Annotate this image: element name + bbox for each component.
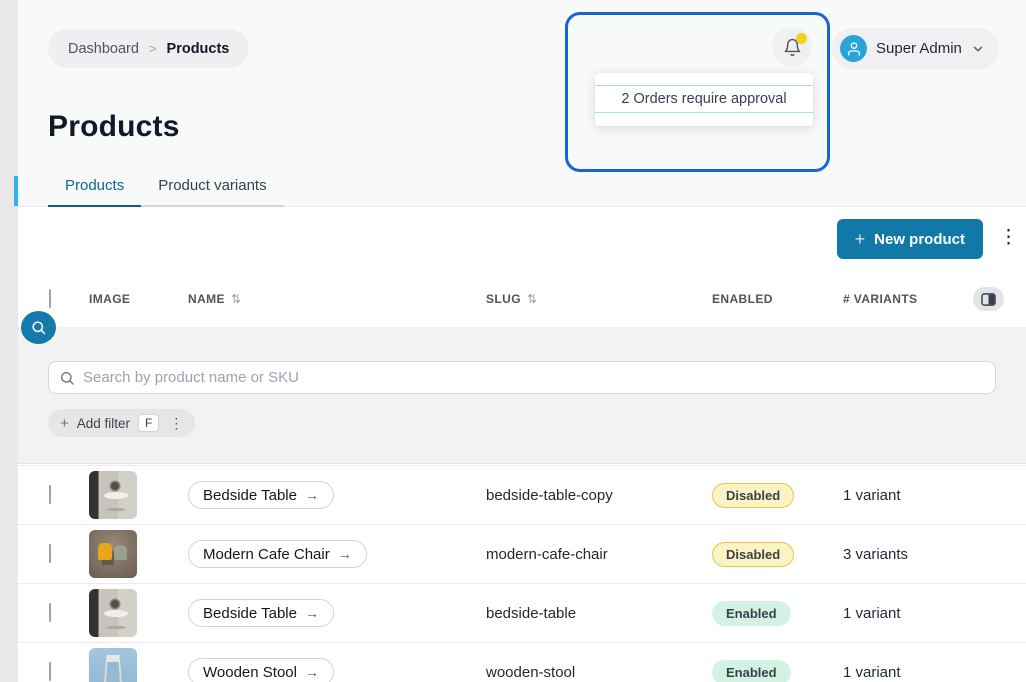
- product-image: [89, 648, 137, 682]
- chevron-down-icon: [971, 42, 985, 56]
- tab-accent-bar: [14, 176, 18, 206]
- avatar: [840, 35, 867, 62]
- column-settings-button[interactable]: [973, 287, 1004, 311]
- product-slug: wooden-stool: [486, 664, 712, 681]
- search-box: [48, 361, 996, 394]
- tab-product-variants[interactable]: Product variants: [141, 177, 283, 205]
- arrow-right-icon: →: [305, 487, 319, 503]
- row-checkbox[interactable]: [49, 544, 51, 563]
- column-header-name[interactable]: NAME⇅: [188, 292, 486, 306]
- columns-icon: [981, 293, 996, 306]
- breadcrumb-separator: >: [149, 41, 157, 56]
- variant-count: 1 variant: [843, 664, 1026, 681]
- status-badge: Enabled: [712, 601, 791, 626]
- new-product-button[interactable]: + New product: [837, 219, 983, 259]
- variant-count: 1 variant: [843, 605, 1026, 622]
- table-row[interactable]: Wooden Stool→ wooden-stool Enabled 1 var…: [18, 643, 1026, 682]
- notification-popup: 2 Orders require approval: [595, 73, 813, 126]
- filter-panel: + Add filter F ⋮: [18, 327, 1026, 464]
- floating-search-button[interactable]: [21, 311, 56, 344]
- table-toolbar: + New product ⋮: [18, 207, 1026, 270]
- table-header-row: IMAGE NAME⇅ SLUG⇅ ENABLED # VARIANTS: [18, 270, 1026, 327]
- notification-dot: [796, 33, 807, 44]
- table-row[interactable]: Modern Cafe Chair→ modern-cafe-chair Dis…: [18, 525, 1026, 584]
- arrow-right-icon: →: [338, 546, 352, 562]
- product-name-link[interactable]: Bedside Table→: [188, 599, 334, 627]
- table-row[interactable]: Bedside Table→ bedside-table-copy Disabl…: [18, 466, 1026, 525]
- search-icon: [30, 319, 47, 336]
- filter-kebab-menu[interactable]: ⋮: [169, 415, 183, 432]
- status-badge: Disabled: [712, 542, 794, 567]
- product-image: [89, 530, 137, 578]
- row-checkbox[interactable]: [49, 485, 51, 504]
- arrow-right-icon: →: [305, 605, 319, 621]
- shortcut-key-badge: F: [138, 414, 159, 432]
- product-slug: bedside-table: [486, 605, 712, 622]
- status-badge: Enabled: [712, 660, 791, 682]
- tab-products[interactable]: Products: [48, 177, 141, 205]
- column-header-enabled: ENABLED: [712, 292, 843, 306]
- sort-icon[interactable]: ⇅: [527, 292, 537, 306]
- row-checkbox[interactable]: [49, 603, 51, 622]
- page-title: Products: [48, 110, 180, 144]
- product-image: [89, 589, 137, 637]
- breadcrumb-dashboard[interactable]: Dashboard: [68, 41, 139, 57]
- product-image: [89, 471, 137, 519]
- arrow-right-icon: →: [305, 664, 319, 680]
- sort-icon[interactable]: ⇅: [231, 292, 241, 306]
- status-badge: Disabled: [712, 483, 794, 508]
- product-name-link[interactable]: Modern Cafe Chair→: [188, 540, 367, 568]
- breadcrumb-current: Products: [167, 41, 230, 57]
- column-header-slug[interactable]: SLUG⇅: [486, 292, 712, 306]
- row-checkbox[interactable]: [49, 662, 51, 681]
- variant-count: 3 variants: [843, 546, 1026, 563]
- column-header-image: IMAGE: [89, 292, 188, 306]
- breadcrumb: Dashboard > Products: [48, 29, 249, 68]
- product-slug: modern-cafe-chair: [486, 546, 712, 563]
- user-menu[interactable]: Super Admin: [832, 28, 999, 69]
- table-row[interactable]: Bedside Table→ bedside-table Enabled 1 v…: [18, 584, 1026, 643]
- select-all-checkbox[interactable]: [49, 289, 51, 308]
- table-body: Bedside Table→ bedside-table-copy Disabl…: [18, 465, 1026, 682]
- product-name-link[interactable]: Bedside Table→: [188, 481, 334, 509]
- product-slug: bedside-table-copy: [486, 487, 712, 504]
- new-product-label: New product: [874, 231, 965, 248]
- user-name: Super Admin: [876, 40, 962, 57]
- plus-icon: +: [855, 229, 866, 250]
- page-header: Dashboard > Products Super Admin 2 Order…: [18, 0, 1026, 207]
- variant-count: 1 variant: [843, 487, 1026, 504]
- main-content: Dashboard > Products Super Admin 2 Order…: [18, 0, 1026, 682]
- tabs: Products Product variants: [48, 177, 284, 207]
- plus-icon: +: [60, 415, 69, 432]
- add-filter-button[interactable]: + Add filter F ⋮: [48, 409, 195, 437]
- product-name-link[interactable]: Wooden Stool→: [188, 658, 334, 682]
- search-input[interactable]: [83, 369, 985, 386]
- add-filter-label: Add filter: [77, 416, 130, 431]
- toolbar-kebab-menu[interactable]: ⋮: [999, 226, 1018, 251]
- notification-item[interactable]: 2 Orders require approval: [595, 85, 813, 113]
- notifications-button[interactable]: [772, 27, 812, 67]
- search-icon: [59, 370, 75, 386]
